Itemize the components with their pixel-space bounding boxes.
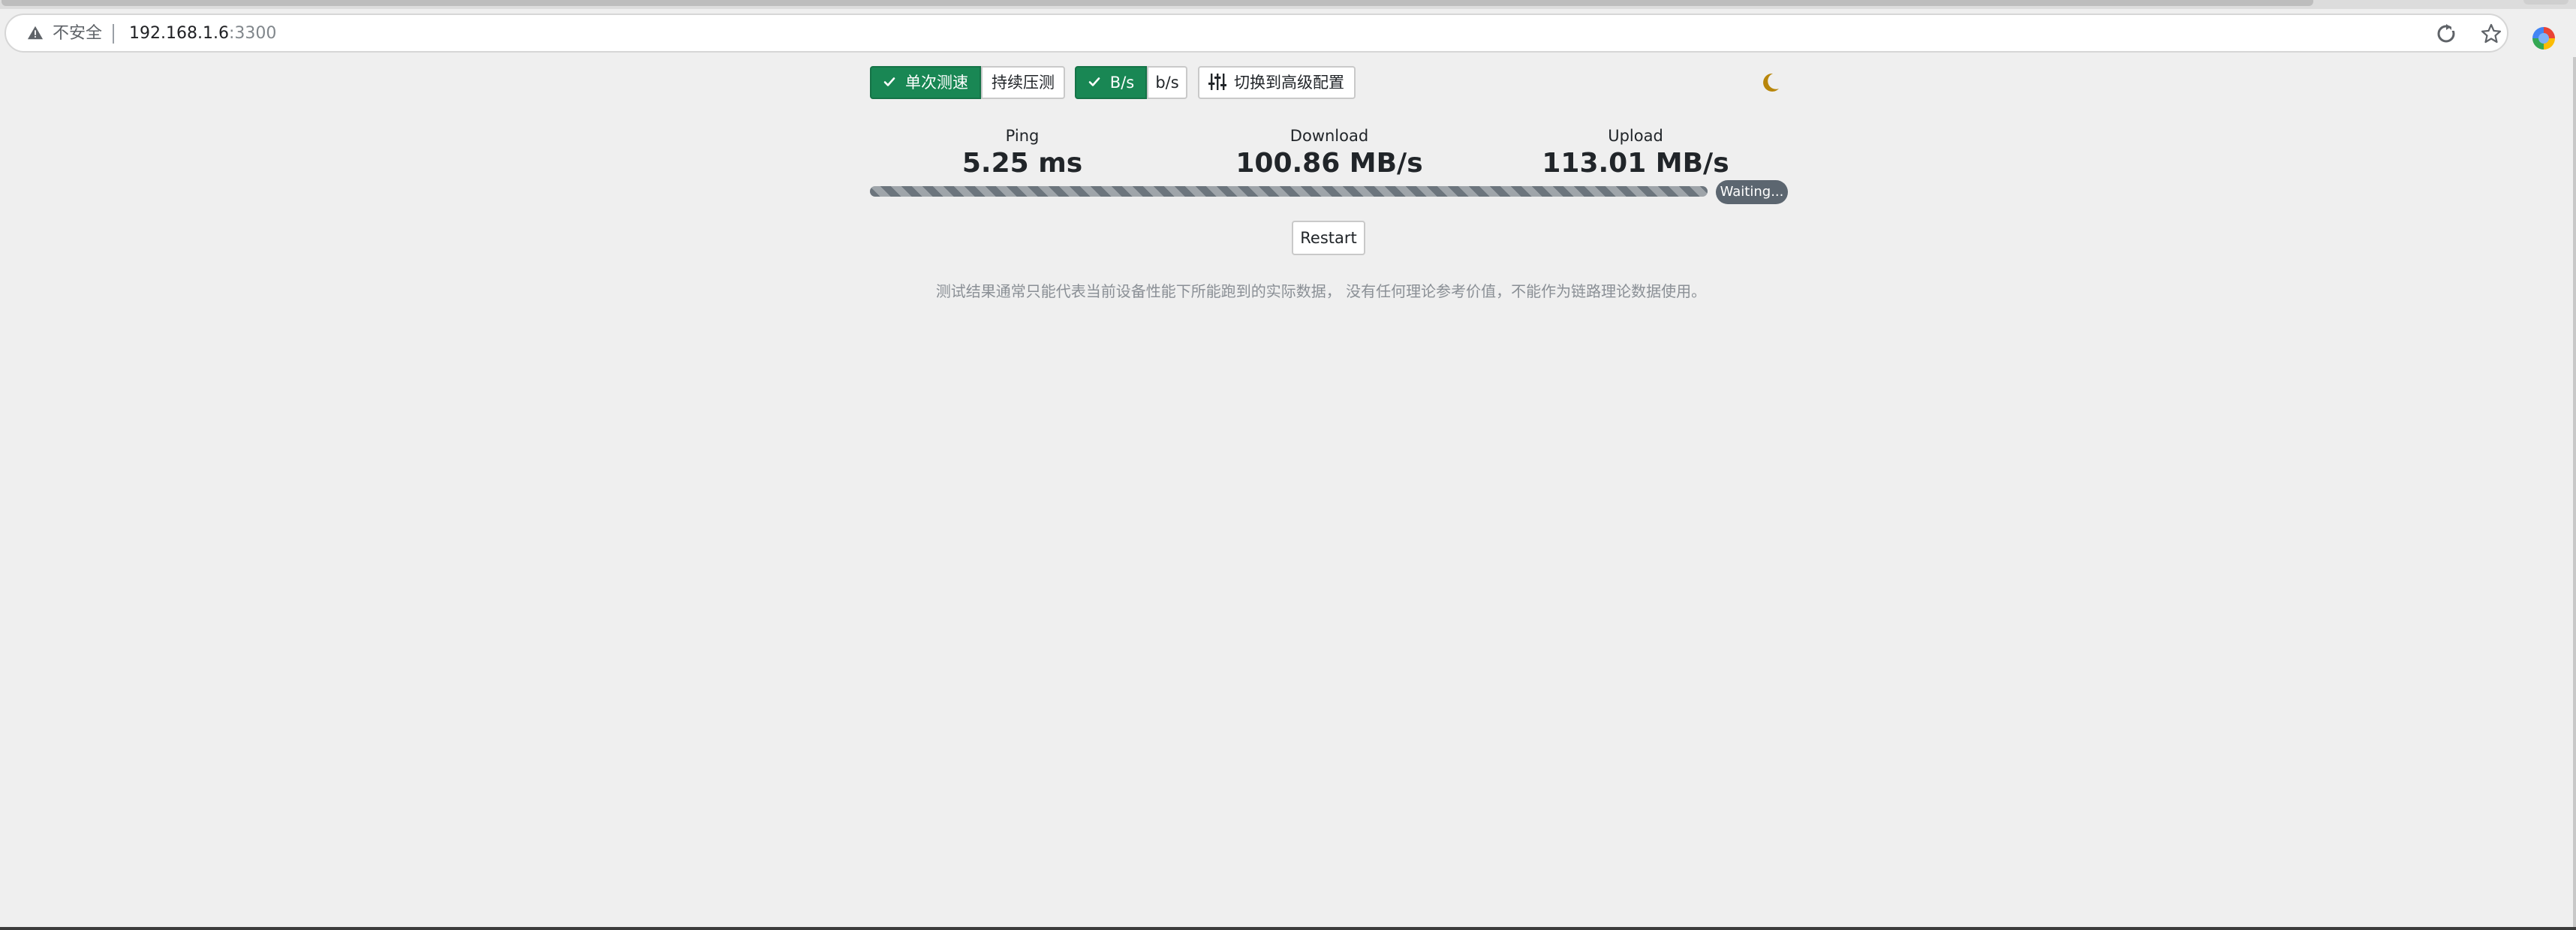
- bits-unit-label: b/s: [1155, 74, 1179, 92]
- browser-toolbar: 不安全 192.168.1.6:3300: [0, 9, 2576, 57]
- upload-stat: Upload 113.01 MB/s: [1485, 126, 1786, 180]
- single-test-label: 单次测速: [905, 74, 968, 92]
- page-right-edge: [2573, 57, 2576, 930]
- moon-icon[interactable]: [1761, 72, 1780, 93]
- warning-triangle-icon[interactable]: [27, 25, 44, 41]
- window-control-strip: [2523, 0, 2568, 5]
- url-host: 192.168.1.6: [129, 24, 229, 43]
- refresh-icon[interactable]: [2435, 23, 2457, 45]
- star-icon[interactable]: [2480, 23, 2502, 45]
- restart-button[interactable]: Restart: [1292, 221, 1365, 255]
- continuous-test-label: 持续压测: [992, 74, 1055, 92]
- ping-stat: Ping 5.25 ms: [872, 126, 1172, 180]
- progress-fill: [870, 186, 1708, 197]
- security-label[interactable]: 不安全: [53, 23, 102, 44]
- ping-value: 5.25 ms: [961, 148, 1083, 179]
- bytes-unit-button[interactable]: B/s: [1075, 66, 1147, 99]
- profile-icon[interactable]: [2532, 27, 2555, 50]
- advanced-config-label: 切换到高级配置: [1234, 74, 1344, 92]
- single-test-button[interactable]: 单次测速: [870, 66, 981, 99]
- upload-value: 113.01 MB/s: [1542, 148, 1729, 179]
- check-icon: [883, 77, 895, 86]
- download-label: Download: [1290, 127, 1369, 145]
- sliders-icon: [1208, 74, 1226, 90]
- advanced-config-button[interactable]: 切换到高级配置: [1198, 66, 1356, 99]
- disclaimer-text: 测试结果通常只能代表当前设备性能下所能跑到的实际数据， 没有任何理论参考价值，不…: [935, 282, 1707, 300]
- bytes-unit-label: B/s: [1109, 74, 1135, 92]
- download-value: 100.86 MB/s: [1235, 148, 1423, 179]
- check-icon: [1088, 77, 1100, 86]
- page-bottom-edge: [0, 927, 2576, 930]
- bits-unit-button[interactable]: b/s: [1147, 66, 1187, 99]
- url-port: :3300: [228, 24, 277, 43]
- url-text[interactable]: 192.168.1.6:3300: [129, 23, 276, 44]
- progress-bar: [870, 186, 1708, 197]
- download-stat: Download 100.86 MB/s: [1179, 126, 1479, 180]
- address-separator: [113, 24, 114, 44]
- continuous-test-button[interactable]: 持续压测: [981, 66, 1065, 99]
- address-bar[interactable]: 不安全 192.168.1.6:3300: [5, 14, 2508, 53]
- window-top-strip: [0, 0, 2576, 9]
- ping-label: Ping: [1005, 127, 1040, 145]
- upload-label: Upload: [1608, 127, 1663, 145]
- status-badge: Waiting...: [1716, 180, 1788, 204]
- tab-strip: [2, 0, 2313, 6]
